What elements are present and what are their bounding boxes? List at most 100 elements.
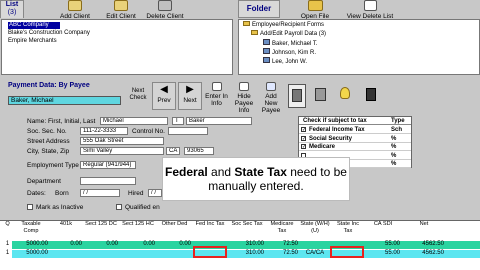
employment-type-label: Employment Type bbox=[27, 162, 79, 169]
grid-column-header[interactable]: Taxable Comp bbox=[14, 221, 48, 240]
grid-column-header[interactable]: Medicare Tax bbox=[266, 221, 298, 240]
grid-column-header[interactable]: State Inc Tax bbox=[332, 221, 364, 240]
client-listbox[interactable]: ABC Company Blake's Construction Company… bbox=[1, 19, 233, 75]
first-name-field[interactable]: Michael bbox=[100, 117, 168, 125]
tree-node[interactable]: Add/Edit Payroll Data (3) bbox=[251, 30, 326, 37]
department-select[interactable] bbox=[80, 177, 136, 185]
tax-subject-checkbox[interactable]: ✓ bbox=[301, 127, 306, 133]
grid-cell[interactable]: 4562.50 bbox=[404, 250, 444, 256]
grid-cell[interactable]: 72.50 bbox=[266, 250, 298, 256]
view-delete-list-button[interactable]: View Delete List bbox=[340, 0, 400, 20]
city-field[interactable]: Simi Valley bbox=[80, 147, 164, 155]
delete-client-icon bbox=[158, 0, 172, 11]
employment-type-select[interactable]: Regular (941/944) bbox=[80, 161, 136, 169]
add-new-payee-button[interactable]: Add New Payee bbox=[258, 82, 284, 114]
state-field[interactable]: CA bbox=[166, 147, 180, 155]
grid-cell[interactable]: 55.00 bbox=[366, 241, 400, 247]
tree-leaf-label: Baker, Michael T. bbox=[272, 41, 318, 47]
grid-cell[interactable]: 0.00 bbox=[158, 241, 191, 247]
grid-cell[interactable]: CA/CA bbox=[300, 250, 330, 256]
grid-cell[interactable]: 1 bbox=[3, 241, 12, 247]
grid-cell[interactable]: 4562.50 bbox=[404, 241, 444, 247]
tree-node-label: Add/Edit Payroll Data (3) bbox=[260, 31, 327, 37]
folder-tree[interactable]: Employee/Recipient Forms Add/Edit Payrol… bbox=[238, 19, 480, 75]
delete-client-button[interactable]: Delete Client bbox=[142, 0, 188, 20]
next-button[interactable]: ▶ Next bbox=[178, 82, 202, 110]
tax-type-header: Type bbox=[391, 118, 405, 124]
grid-cell[interactable]: 0.00 bbox=[121, 241, 155, 247]
grid-cell[interactable]: 0.00 bbox=[84, 241, 118, 247]
document-icon bbox=[211, 82, 222, 91]
last-name-field[interactable]: Baker bbox=[186, 117, 252, 125]
prev-button[interactable]: ◀ Prev bbox=[152, 82, 176, 110]
client-item[interactable]: Empire Merchants bbox=[8, 38, 57, 45]
qualified-checkbox[interactable] bbox=[116, 204, 122, 210]
grid-column-header[interactable]: Net bbox=[404, 221, 444, 240]
zip-field[interactable]: 93065 bbox=[184, 147, 214, 155]
tree-leaf-label: Johnson, Kim R. bbox=[272, 50, 317, 56]
grid-cell[interactable]: 0.00 bbox=[50, 241, 82, 247]
street-field[interactable]: 555 Oak Street bbox=[80, 137, 164, 145]
client-count: (3) bbox=[7, 9, 17, 16]
grid-column-header[interactable]: State (W/H)(U) bbox=[300, 221, 330, 240]
tax-subject-row[interactable]: ✓ Federal Income Tax Sch bbox=[299, 126, 411, 134]
recalculate-button[interactable] bbox=[288, 84, 306, 108]
open-file-button[interactable]: Open File bbox=[290, 0, 340, 20]
fed-tax-highlight[interactable] bbox=[193, 246, 227, 258]
client-list-tab[interactable]: List (3) bbox=[0, 0, 24, 18]
tax-subject-row[interactable]: ✓ Social Security% bbox=[299, 135, 411, 143]
client-item[interactable]: ABC Company bbox=[8, 22, 60, 29]
client-item[interactable]: Blake's Construction Company bbox=[8, 30, 90, 37]
add-person-icon bbox=[266, 82, 276, 91]
grid-column-header[interactable]: Fed Inc Tax bbox=[193, 221, 227, 240]
grid-column-header[interactable]: Other Ded bbox=[158, 221, 191, 240]
next-check-button[interactable]: Next Check bbox=[126, 88, 150, 102]
tax-subject-checkbox[interactable]: ✓ bbox=[301, 144, 306, 150]
grid-column-header[interactable]: Sect 125 HC bbox=[121, 221, 155, 240]
options-button[interactable] bbox=[336, 84, 354, 108]
edit-client-button[interactable]: Edit Client bbox=[98, 0, 144, 20]
grid-cell[interactable]: 5000.00 bbox=[14, 241, 48, 247]
enter-info-button[interactable]: Enter In Info bbox=[204, 82, 229, 110]
payee-selector[interactable]: Baker, Michael bbox=[8, 96, 121, 105]
grid-cell[interactable]: 55.00 bbox=[366, 250, 400, 256]
overlay-message: Federal and State Tax need to be manuall… bbox=[162, 157, 350, 201]
tax-subject-checkbox[interactable]: ✓ bbox=[301, 135, 306, 141]
grid-cell[interactable]: 310.00 bbox=[230, 241, 264, 247]
tax-subject-row[interactable]: ✓ Medicare% bbox=[299, 143, 411, 152]
hide-payee-button[interactable]: Hide Payee Info bbox=[232, 82, 256, 114]
born-field[interactable]: / / bbox=[80, 189, 120, 197]
tree-leaf[interactable]: Lee, John W. bbox=[263, 57, 307, 65]
add-client-button[interactable]: Add Client bbox=[52, 0, 98, 20]
grid-cell[interactable]: 310.00 bbox=[230, 250, 264, 256]
grid-column-header[interactable]: 401k bbox=[50, 221, 82, 240]
grid-column-header[interactable]: CA SDI bbox=[366, 221, 400, 240]
control-field[interactable] bbox=[168, 127, 208, 135]
tax-check-header: Check if subject to tax bbox=[303, 118, 367, 124]
tax-subject-name: Social Security bbox=[309, 135, 353, 142]
exit-button[interactable] bbox=[362, 84, 380, 108]
grid-column-header[interactable]: Soc Sec Tax bbox=[230, 221, 264, 240]
mark-inactive-checkbox[interactable] bbox=[27, 204, 33, 210]
grid-cell[interactable]: 1 bbox=[3, 250, 12, 256]
tax-table-header: Check if subject to tax Type bbox=[299, 117, 411, 125]
grid-column-header[interactable]: Sect 125 DC bbox=[84, 221, 118, 240]
tree-root[interactable]: Employee/Recipient Forms bbox=[243, 21, 324, 28]
folder-open-icon bbox=[307, 0, 323, 11]
grid-column-header[interactable]: Q bbox=[3, 221, 12, 240]
tree-leaf[interactable]: Baker, Michael T. bbox=[263, 39, 318, 47]
tree-leaf-label: Lee, John W. bbox=[272, 59, 308, 65]
hired-label: Hired bbox=[128, 190, 144, 197]
state-tax-highlight[interactable] bbox=[330, 246, 364, 258]
control-label: Control No. bbox=[132, 128, 165, 135]
ssn-field[interactable]: 111-22-3333 bbox=[80, 127, 128, 135]
folder-tab[interactable]: Folder bbox=[238, 0, 280, 18]
initial-field[interactable]: T bbox=[172, 117, 184, 125]
exit-icon bbox=[366, 88, 376, 101]
hired-field[interactable]: / / bbox=[148, 189, 162, 197]
grid-cell[interactable]: 5000.00 bbox=[14, 250, 48, 256]
tree-leaf[interactable]: Johnson, Kim R. bbox=[263, 48, 316, 56]
grid-cell[interactable]: 72.50 bbox=[266, 241, 298, 247]
delete-payee-button[interactable] bbox=[312, 84, 330, 108]
street-label: Street Address bbox=[27, 138, 70, 145]
